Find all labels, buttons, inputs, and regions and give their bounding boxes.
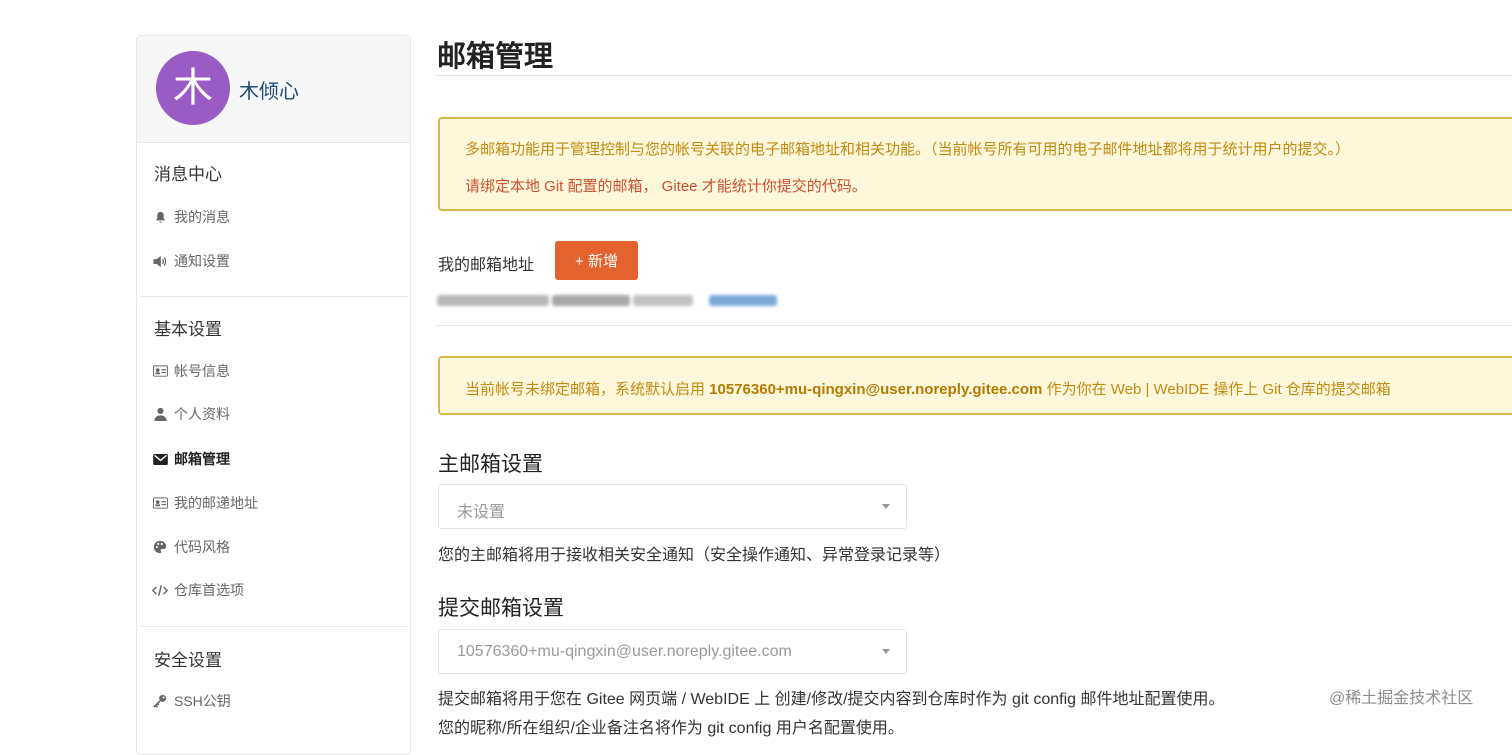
sidebar-group-security: 安全设置 <box>154 651 222 670</box>
sidebar-item-account-info[interactable]: 帐号信息 <box>152 361 230 381</box>
username-link[interactable]: 木倾心 <box>239 75 299 104</box>
sidebar: 木 木倾心 消息中心 我的消息 通知设置 基本设置 帐号信息 个人资料 邮箱管理 <box>136 35 411 755</box>
commit-email-help-2: 您的昵称/所在组织/企业备注名将作为 git config 用户名配置使用。 <box>438 720 904 737</box>
sidebar-item-code-style[interactable]: 代码风格 <box>152 537 230 557</box>
sidebar-item-label: SSH公钥 <box>174 693 231 709</box>
bell-icon <box>152 209 168 225</box>
sidebar-group-basic: 基本设置 <box>154 320 222 339</box>
commit-email-heading: 提交邮箱设置 <box>438 597 564 620</box>
default-commit-email-notice: 当前帐号未绑定邮箱，系统默认启用 10576360+mu-qingxin@use… <box>438 356 1512 415</box>
sidebar-item-label: 我的消息 <box>174 209 230 225</box>
sidebar-item-label: 个人资料 <box>174 406 230 422</box>
sidebar-item-my-messages[interactable]: 我的消息 <box>152 207 230 227</box>
default-email: 10576360+mu-qingxin@user.noreply.gitee.c… <box>709 381 1043 398</box>
multi-email-info-notice: 多邮箱功能用于管理控制与您的帐号关联的电子邮箱地址和相关功能。（当前帐号所有可用… <box>438 117 1512 211</box>
sidebar-divider <box>140 296 408 297</box>
sidebar-group-messages: 消息中心 <box>154 165 222 184</box>
my-email-label: 我的邮箱地址 <box>438 257 535 274</box>
id-card-icon <box>152 363 168 379</box>
commit-email-value: 10576360+mu-qingxin@user.noreply.gitee.c… <box>457 643 792 660</box>
notice-text: 多邮箱功能用于管理控制与您的帐号关联的电子邮箱地址和相关功能。（当前帐号所有可用… <box>465 141 1351 158</box>
envelope-icon <box>152 451 168 467</box>
commit-email-select[interactable]: 10576360+mu-qingxin@user.noreply.gitee.c… <box>438 629 907 674</box>
avatar[interactable]: 木 <box>156 51 230 125</box>
primary-email-help: 您的主邮箱将用于接收相关安全通知（安全操作通知、异常登录记录等） <box>438 547 951 564</box>
sidebar-item-label: 通知设置 <box>174 253 230 269</box>
commit-email-help: 提交邮箱将用于您在 Gitee 网页端 / WebIDE 上 创建/修改/提交内… <box>438 691 1225 708</box>
address-card-icon <box>152 495 168 511</box>
watermark: @稀土掘金技术社区 <box>1329 690 1474 707</box>
palette-icon <box>152 539 168 555</box>
sidebar-item-label: 代码风格 <box>174 539 230 555</box>
primary-email-heading: 主邮箱设置 <box>438 453 543 476</box>
code-icon <box>152 582 168 598</box>
caret-down-icon <box>882 649 890 654</box>
sidebar-item-mailing-address[interactable]: 我的邮递地址 <box>152 493 258 513</box>
sidebar-item-label: 我的邮递地址 <box>174 495 258 511</box>
sidebar-item-label: 帐号信息 <box>174 363 230 379</box>
notice-text: 当前帐号未绑定邮箱，系统默认启用 10576360+mu-qingxin@use… <box>465 381 1391 398</box>
user-icon <box>152 406 168 422</box>
sidebar-item-label: 邮箱管理 <box>174 451 230 467</box>
blurred-email-address <box>437 292 777 308</box>
primary-email-select[interactable]: 未设置 <box>438 484 907 529</box>
sidebar-item-notification-settings[interactable]: 通知设置 <box>152 251 230 271</box>
caret-down-icon <box>882 504 890 509</box>
sidebar-item-ssh-keys[interactable]: SSH公钥 <box>152 691 231 711</box>
user-profile-header: 木 木倾心 <box>137 36 410 143</box>
sidebar-item-label: 仓库首选项 <box>174 582 244 598</box>
primary-email-value: 未设置 <box>457 504 506 521</box>
page-title: 邮箱管理 <box>437 41 554 73</box>
add-email-button[interactable]: + 新增 <box>555 241 638 280</box>
section-divider <box>437 325 1512 326</box>
sidebar-item-repo-preferences[interactable]: 仓库首选项 <box>152 580 244 600</box>
sidebar-item-email-management[interactable]: 邮箱管理 <box>152 449 230 469</box>
key-icon <box>152 693 168 709</box>
sidebar-item-profile[interactable]: 个人资料 <box>152 404 230 424</box>
speaker-icon <box>152 253 168 269</box>
notice-warning-text: 请绑定本地 Git 配置的邮箱， Gitee 才能统计你提交的代码。 <box>465 178 867 195</box>
sidebar-divider <box>140 626 408 627</box>
title-divider <box>437 75 1512 76</box>
